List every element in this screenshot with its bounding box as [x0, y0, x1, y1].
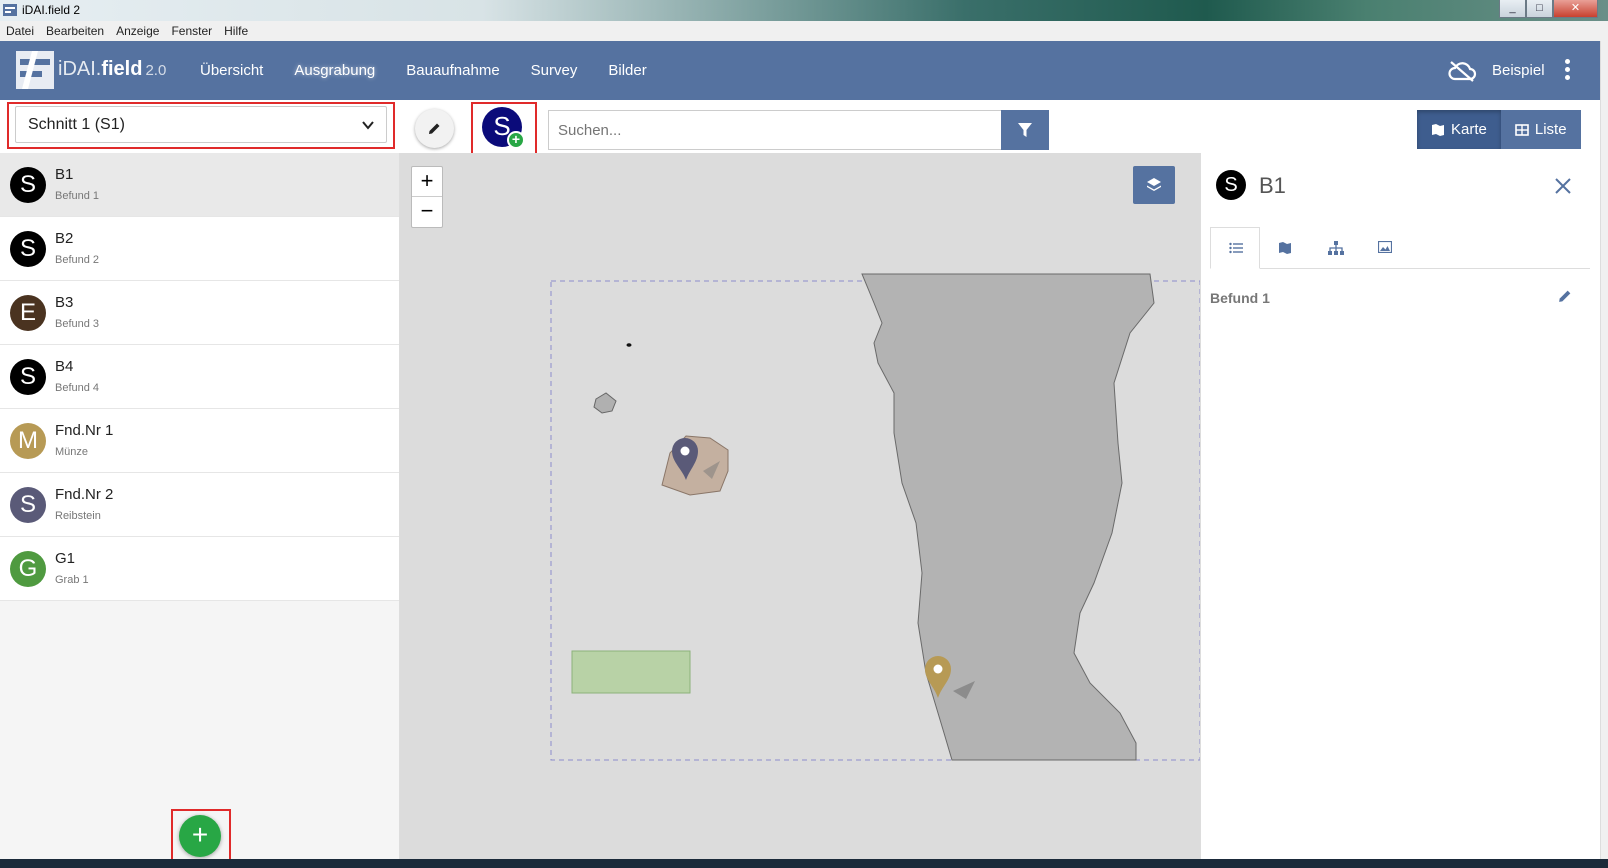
view-map-label: Karte	[1451, 121, 1487, 138]
pencil-icon	[429, 123, 440, 134]
zoom-in-button[interactable]: +	[412, 167, 442, 197]
tab-images[interactable]	[1360, 227, 1410, 269]
item-identifier: Fnd.Nr 2	[55, 486, 114, 503]
map-icon	[1432, 123, 1444, 136]
window-scrollbar[interactable]	[1600, 41, 1608, 868]
close-icon[interactable]	[1554, 177, 1572, 195]
list-icon	[1229, 242, 1243, 254]
item-short-description: Grab 1	[55, 574, 89, 586]
layers-icon	[1147, 178, 1161, 191]
item-identifier: Fnd.Nr 1	[55, 422, 114, 439]
close-window-button[interactable]: ✕	[1553, 0, 1598, 18]
map-icon	[1279, 242, 1291, 254]
item-short-description: Befund 2	[55, 254, 100, 266]
project-name[interactable]: Beispiel	[1492, 62, 1545, 79]
type-avatar: S	[10, 231, 46, 267]
nav-bauaufnahme[interactable]: Bauaufnahme	[406, 62, 499, 79]
list-item[interactable]: S B2 Befund 2	[0, 217, 399, 281]
detail-type-avatar: S	[1216, 170, 1246, 200]
operation-select[interactable]: Schnitt 1 (S1)	[15, 106, 387, 143]
map-canvas[interactable]	[400, 153, 1200, 859]
type-avatar: E	[10, 295, 46, 331]
item-identifier: B2	[55, 230, 74, 247]
item-identifier: B4	[55, 358, 74, 375]
zoom-control: + −	[411, 166, 443, 228]
nav-uebersicht[interactable]: Übersicht	[200, 62, 263, 79]
item-short-description: Reibstein	[55, 510, 101, 522]
view-list-label: Liste	[1534, 121, 1567, 138]
more-vertical-icon[interactable]	[1565, 59, 1571, 83]
os-taskbar	[0, 859, 1608, 868]
detail-tabs	[1210, 227, 1590, 269]
pencil-icon[interactable]	[1557, 288, 1573, 304]
sitemap-icon	[1328, 241, 1344, 255]
minimize-button[interactable]: _	[1499, 0, 1526, 18]
view-map-button[interactable]: Karte	[1417, 110, 1501, 149]
menu-fenster[interactable]: Fenster	[171, 24, 212, 38]
tab-fields[interactable]	[1210, 227, 1260, 269]
list-item[interactable]: E B3 Befund 3	[0, 281, 399, 345]
list-item[interactable]: S B1 Befund 1	[0, 153, 399, 217]
image-icon	[1378, 241, 1392, 253]
menu-datei[interactable]: Datei	[6, 24, 34, 38]
type-avatar: S	[10, 359, 46, 395]
view-switch: Karte Liste	[1417, 110, 1581, 149]
menu-bar: Datei Bearbeiten Anzeige Fenster Hilfe	[0, 21, 1608, 41]
nav-ausgrabung[interactable]: Ausgrabung	[294, 62, 375, 79]
list-item[interactable]: G G1 Grab 1	[0, 537, 399, 601]
layers-button[interactable]	[1133, 166, 1175, 204]
menu-bearbeiten[interactable]: Bearbeiten	[46, 24, 104, 38]
type-avatar: S	[10, 167, 46, 203]
idai-field-logo-icon	[16, 51, 54, 89]
type-avatar: M	[10, 423, 46, 459]
item-identifier: B1	[55, 166, 74, 183]
brand-version: 2.0	[145, 62, 167, 79]
tab-geometry[interactable]	[1260, 227, 1310, 269]
type-avatar: S	[10, 487, 46, 523]
list-item[interactable]: S Fnd.Nr 2 Reibstein	[0, 473, 399, 537]
zoom-out-button[interactable]: −	[412, 197, 442, 227]
trench-polygon[interactable]	[861, 273, 1155, 761]
nav-survey[interactable]: Survey	[531, 62, 578, 79]
brand-prefix: iDAI.	[58, 58, 102, 80]
nav-bilder[interactable]: Bilder	[608, 62, 646, 79]
window-titlebar: iDAI.field 2 _ □ ✕	[0, 0, 1608, 21]
detail-field-value: Befund 1	[1210, 290, 1270, 306]
grave-polygon[interactable]	[571, 650, 691, 694]
maximize-button[interactable]: □	[1526, 0, 1553, 18]
item-identifier: G1	[55, 550, 76, 567]
tab-hierarchy[interactable]	[1310, 227, 1360, 269]
plus-badge-icon: +	[507, 131, 525, 149]
cloud-off-icon[interactable]	[1447, 59, 1477, 83]
small-feature-polygon[interactable]	[593, 392, 617, 414]
item-short-description: Befund 3	[55, 318, 100, 330]
add-feature-button[interactable]: S +	[482, 107, 525, 149]
app-logo-icon	[3, 4, 17, 16]
chevron-down-icon	[362, 121, 374, 130]
search-input[interactable]	[548, 110, 1001, 150]
item-short-description: Münze	[55, 446, 89, 458]
menu-hilfe[interactable]: Hilfe	[224, 24, 248, 38]
app-brand: iDAI.field 2.0	[58, 58, 166, 81]
app-navbar: iDAI.field 2.0 Übersicht Ausgrabung Bauau…	[0, 41, 1600, 100]
detail-title: B1	[1259, 173, 1286, 198]
operation-select-value: Schnitt 1 (S1)	[28, 116, 125, 133]
point-feature[interactable]	[626, 343, 632, 347]
list-item[interactable]: M Fnd.Nr 1 Münze	[0, 409, 399, 473]
create-resource-button[interactable]: +	[179, 815, 221, 857]
table-icon	[1515, 123, 1529, 136]
item-short-description: Befund 4	[55, 382, 100, 394]
view-list-button[interactable]: Liste	[1500, 110, 1581, 149]
item-identifier: B3	[55, 294, 74, 311]
filter-button[interactable]	[1001, 110, 1049, 150]
list-item[interactable]: S B4 Befund 4	[0, 345, 399, 409]
resource-list: S B1 Befund 1 S B2 Befund 2 E B3 Befund …	[0, 153, 400, 859]
window-title: iDAI.field 2	[22, 3, 81, 17]
type-avatar: G	[10, 551, 46, 587]
item-short-description: Befund 1	[55, 190, 100, 202]
edit-operation-button[interactable]	[415, 109, 454, 148]
brand-name: field	[101, 58, 143, 80]
filter-icon	[1018, 123, 1032, 137]
menu-anzeige[interactable]: Anzeige	[116, 24, 159, 38]
